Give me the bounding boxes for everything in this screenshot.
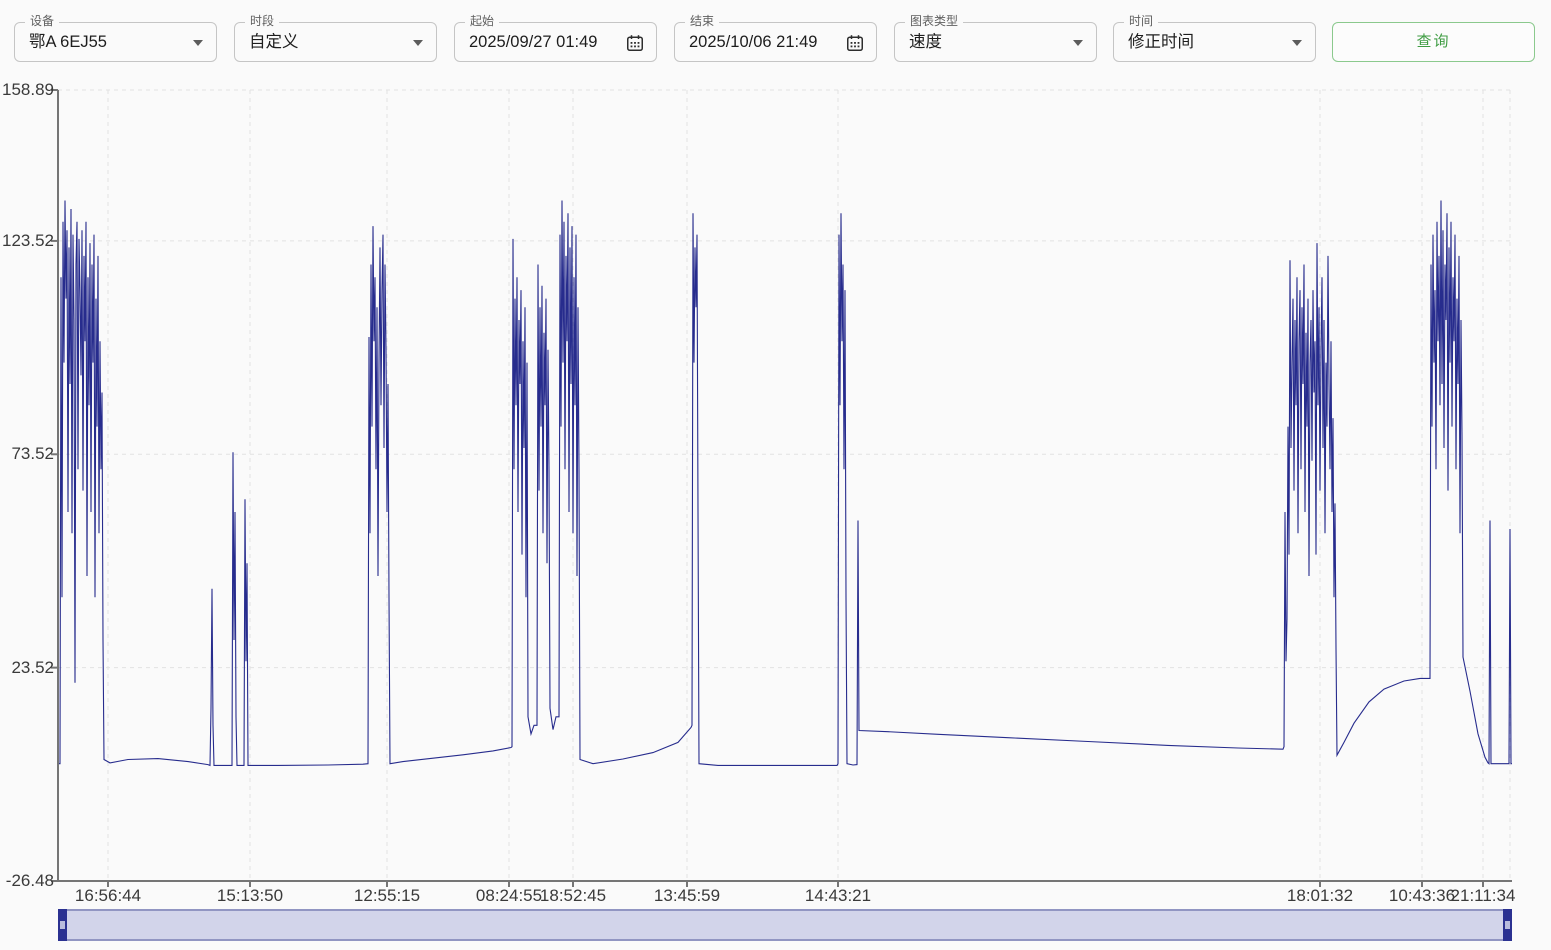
handle-grip-icon [60, 921, 65, 929]
y-axis-tick-label: -26.48 [0, 871, 54, 891]
start-datetime-value: 2025/09/27 01:49 [469, 23, 597, 61]
x-axis-tick-label: 12:55:15 [342, 886, 432, 906]
x-axis-tick-label: 18:52:45 [528, 886, 618, 906]
end-datetime-field[interactable]: 结束 2025/10/06 21:49 [674, 22, 877, 62]
chart-type-select[interactable]: 图表类型 速度 [894, 22, 1097, 62]
start-datetime-field[interactable]: 起始 2025/09/27 01:49 [454, 22, 657, 62]
range-slider-right-handle[interactable] [1503, 909, 1512, 941]
chevron-down-icon [413, 40, 423, 46]
y-axis-tick-label: 73.52 [0, 444, 54, 464]
y-axis-tick-label: 23.52 [0, 658, 54, 678]
period-select[interactable]: 时段 自定义 [234, 22, 437, 62]
x-axis-tick-label: 13:45:59 [642, 886, 732, 906]
x-axis-tick-label: 16:56:44 [63, 886, 153, 906]
query-button[interactable]: 查询 [1332, 22, 1535, 62]
y-axis-tick-label: 158.89 [0, 80, 54, 100]
y-axis-tick-label: 123.52 [0, 231, 54, 251]
speed-line-chart-canvas[interactable] [58, 90, 1512, 881]
device-select[interactable]: 设备 鄂A 6EJ55 [14, 22, 217, 62]
handle-grip-icon [1505, 921, 1510, 929]
time-mode-select[interactable]: 时间 修正时间 [1113, 22, 1316, 62]
chevron-down-icon [1292, 40, 1302, 46]
period-select-value: 自定义 [249, 23, 299, 61]
x-axis-tick-label: 18:01:32 [1275, 886, 1365, 906]
x-axis-tick-label: 21:11:34 [1438, 886, 1528, 906]
x-axis-tick-label: 15:13:50 [205, 886, 295, 906]
calendar-icon[interactable] [625, 33, 645, 53]
time-range-slider[interactable] [58, 909, 1512, 941]
device-select-value: 鄂A 6EJ55 [29, 23, 107, 61]
chevron-down-icon [193, 40, 203, 46]
range-slider-left-handle[interactable] [58, 909, 67, 941]
query-toolbar: 设备 鄂A 6EJ55 时段 自定义 起始 2025/09/27 01:49 [0, 0, 1551, 80]
time-mode-value: 修正时间 [1128, 23, 1194, 61]
chevron-down-icon [1073, 40, 1083, 46]
calendar-icon[interactable] [845, 33, 865, 53]
speed-chart-page: 设备 鄂A 6EJ55 时段 自定义 起始 2025/09/27 01:49 [0, 0, 1551, 950]
end-datetime-value: 2025/10/06 21:49 [689, 23, 817, 61]
x-axis-tick-label: 14:43:21 [793, 886, 883, 906]
chart-type-value: 速度 [909, 23, 942, 61]
